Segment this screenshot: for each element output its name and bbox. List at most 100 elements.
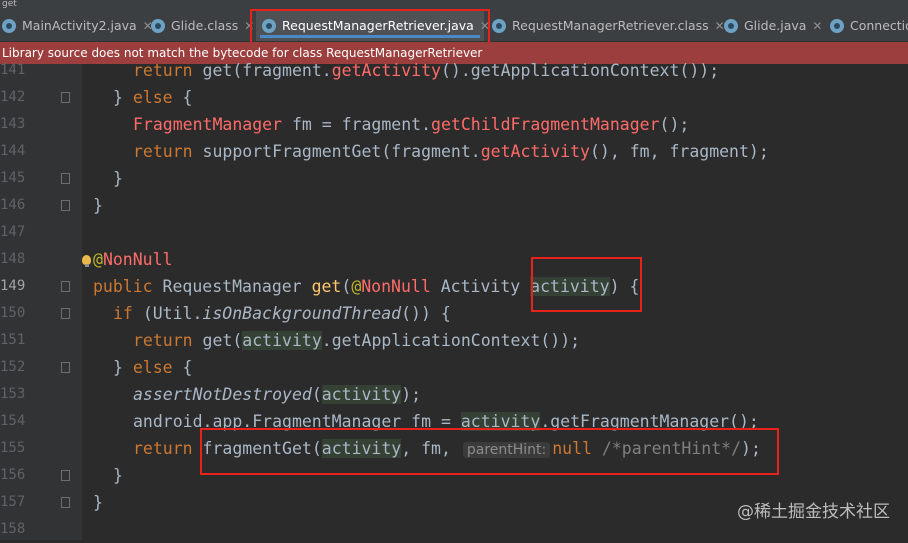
- line-number: 156: [0, 467, 26, 483]
- java-class-icon: [262, 18, 276, 33]
- fold-marker-icon[interactable]: [61, 362, 70, 373]
- close-icon[interactable]: ✕: [812, 19, 822, 33]
- tab-requestmanagerretriever-java[interactable]: RequestManagerRetriever.java ✕: [256, 10, 490, 41]
- token: getActivity: [331, 61, 441, 80]
- token: ().getApplicationContext());: [440, 61, 720, 80]
- line-number-gutter: 141 142 143 144 145 146 147 148 149 150 …: [0, 62, 82, 540]
- code-line-151: return get(activity.getApplicationContex…: [133, 327, 580, 354]
- close-icon[interactable]: ✕: [244, 19, 254, 33]
- java-class-icon: [830, 18, 844, 33]
- token: }: [113, 169, 123, 188]
- token: getChildFragmentManager: [431, 115, 660, 134]
- token: {: [172, 358, 193, 377]
- code-line-157: }: [93, 489, 103, 516]
- code-line-142: } else {: [113, 84, 193, 111]
- token: getActivity: [480, 142, 590, 161]
- token: ) {: [609, 277, 640, 296]
- code-line-150: if (Util.isOnBackgroundThread()) {: [113, 300, 451, 327]
- tab-glide-java[interactable]: Glide.java ✕: [724, 10, 822, 41]
- token: return: [133, 439, 203, 458]
- line-number: 155: [0, 440, 26, 456]
- token: activity: [321, 385, 402, 404]
- token: (), fm, fragment);: [589, 142, 769, 161]
- code-line-149: public RequestManager get(@NonNull Activ…: [93, 273, 639, 300]
- close-icon[interactable]: ✕: [480, 19, 490, 33]
- code-line-152: } else {: [113, 354, 193, 381]
- token: else: [132, 88, 173, 107]
- code-line-141: return get(fragment.getActivity().getApp…: [133, 57, 719, 84]
- lightbulb-icon[interactable]: [82, 255, 91, 267]
- token: NonNull: [361, 277, 431, 296]
- line-number: 142: [0, 89, 26, 105]
- parameter-hint: parentHint:: [462, 442, 551, 458]
- tab-glide-class[interactable]: Glide.class ✕: [151, 10, 254, 41]
- token: );: [741, 439, 761, 458]
- line-number: 147: [0, 224, 26, 240]
- line-number: 152: [0, 359, 26, 375]
- token: FragmentManager: [133, 115, 283, 134]
- token: {: [172, 88, 193, 107]
- token: fm = fragment.: [282, 115, 432, 134]
- tab-label: Glide.java: [744, 18, 807, 33]
- token: supportFragmentGet(fragment.: [202, 142, 481, 161]
- token: return: [133, 331, 203, 350]
- java-class-icon: [724, 18, 738, 33]
- token: .getFragmentManager();: [540, 412, 759, 431]
- token: (Util.: [142, 304, 203, 323]
- tab-connection[interactable]: Connection: [830, 10, 908, 41]
- token: get: [311, 277, 342, 296]
- tab-label: Connection: [850, 18, 908, 33]
- fold-marker-icon[interactable]: [61, 308, 70, 319]
- tab-mainactivity2-java[interactable]: MainActivity2.java ✕: [2, 10, 153, 41]
- token: @: [93, 250, 103, 269]
- line-number: 141: [0, 62, 26, 78]
- line-number: 153: [0, 386, 26, 402]
- line-number: 148: [0, 251, 26, 267]
- token: (fragment.: [232, 61, 332, 80]
- token: return: [133, 142, 203, 161]
- java-class-icon: [2, 18, 16, 33]
- token: }: [113, 88, 133, 107]
- token: activity: [321, 439, 402, 458]
- code-line-154: android.app.FragmentManager fm = activit…: [133, 408, 759, 435]
- line-number: 143: [0, 116, 26, 132]
- fold-marker-icon[interactable]: [61, 497, 70, 508]
- token: (: [341, 277, 352, 296]
- token: }: [93, 493, 103, 512]
- code-line-153: assertNotDestroyed(activity);: [133, 381, 421, 408]
- token: return: [133, 61, 203, 80]
- code-editor[interactable]: return get(fragment.getActivity().getApp…: [82, 61, 908, 540]
- token: android.app.FragmentManager fm =: [133, 412, 461, 431]
- line-number: 149: [0, 278, 26, 294]
- code-line-146: }: [93, 192, 103, 219]
- token: }: [93, 196, 103, 215]
- token: ();: [659, 115, 690, 134]
- token: }: [113, 466, 123, 485]
- token: RequestManager: [162, 277, 312, 296]
- token: @: [351, 277, 362, 296]
- token: public: [93, 277, 163, 296]
- tab-requestmanagerretriever-class[interactable]: RequestManagerRetriever.class ✕: [492, 10, 725, 41]
- token: .getApplicationContext());: [321, 331, 581, 350]
- token: activity: [242, 331, 322, 350]
- line-number: 151: [0, 332, 26, 348]
- code-line-155: return fragmentGet(activity, fm, parentH…: [133, 435, 761, 462]
- tab-label: MainActivity2.java: [22, 18, 137, 33]
- token: (: [311, 385, 322, 404]
- fold-marker-icon[interactable]: [61, 281, 70, 292]
- token: ()) {: [401, 304, 451, 323]
- token: activity: [460, 412, 541, 431]
- line-number: 158: [0, 521, 26, 537]
- code-line-143: FragmentManager fm = fragment.getChildFr…: [133, 111, 689, 138]
- code-line-148: @NonNull: [93, 246, 172, 273]
- token: NonNull: [102, 250, 173, 269]
- fold-marker-icon[interactable]: [61, 173, 70, 184]
- token: assertNotDestroyed: [133, 385, 312, 404]
- token: get(: [202, 331, 243, 350]
- fold-marker-icon[interactable]: [61, 92, 70, 103]
- fold-marker-icon[interactable]: [61, 200, 70, 211]
- fold-marker-icon[interactable]: [61, 470, 70, 481]
- line-number: 146: [0, 197, 26, 213]
- line-number: 150: [0, 305, 26, 321]
- line-number: 144: [0, 143, 26, 159]
